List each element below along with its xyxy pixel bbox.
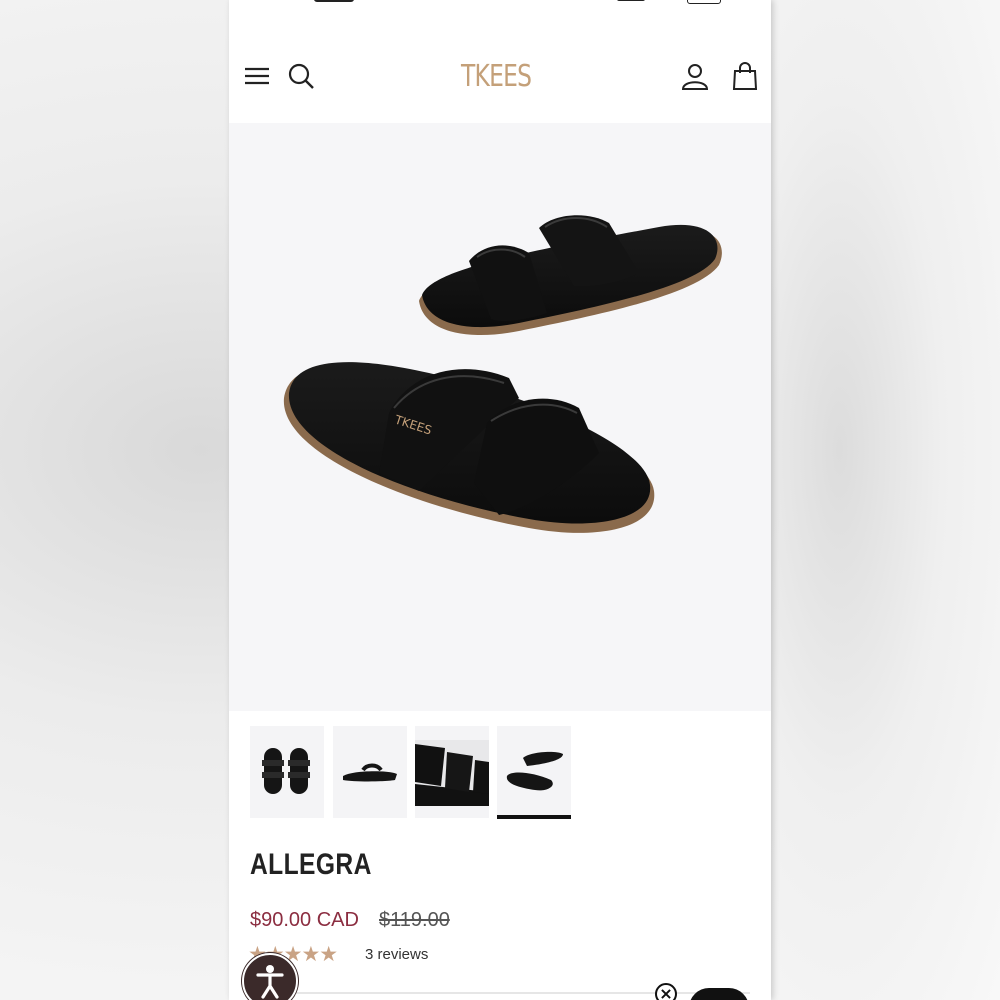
phone-screen: TKEES TKEES ALLEGRA $90.00 CAD $119.00 ★… — [229, 0, 771, 1000]
signal-icon — [617, 0, 645, 1]
thumbnail-1[interactable] — [250, 726, 324, 818]
battery-icon — [687, 0, 721, 4]
thumbnail-2[interactable] — [333, 726, 407, 818]
compare-at-price: $119.00 — [379, 909, 450, 931]
search-icon[interactable] — [287, 62, 315, 90]
product-price: $90.00 CAD — [250, 909, 359, 931]
close-icon[interactable] — [655, 983, 677, 1000]
chat-launcher-button[interactable] — [689, 988, 749, 1000]
background-right — [771, 0, 1000, 1000]
thumbnail-selected-indicator — [497, 815, 571, 819]
brand-logo[interactable]: TKEES — [461, 59, 532, 95]
reviews-link[interactable]: 3 reviews — [365, 946, 428, 963]
sandal-front: TKEES — [283, 362, 655, 533]
site-header: TKEES — [229, 30, 771, 123]
thumbnail-4[interactable] — [497, 726, 571, 818]
thumbnail-3[interactable] — [415, 726, 489, 818]
shopping-bag-icon[interactable] — [731, 62, 759, 90]
hamburger-menu-icon[interactable] — [243, 62, 271, 90]
user-account-icon[interactable] — [681, 62, 709, 90]
sandal-back — [419, 215, 722, 336]
product-title: ALLEGRA — [250, 848, 372, 881]
status-time — [314, 0, 354, 2]
thumbnail-strip — [229, 711, 771, 831]
accessibility-person-icon[interactable] — [242, 953, 298, 1000]
status-bar — [229, 0, 771, 30]
product-main-image[interactable]: TKEES — [229, 123, 771, 711]
